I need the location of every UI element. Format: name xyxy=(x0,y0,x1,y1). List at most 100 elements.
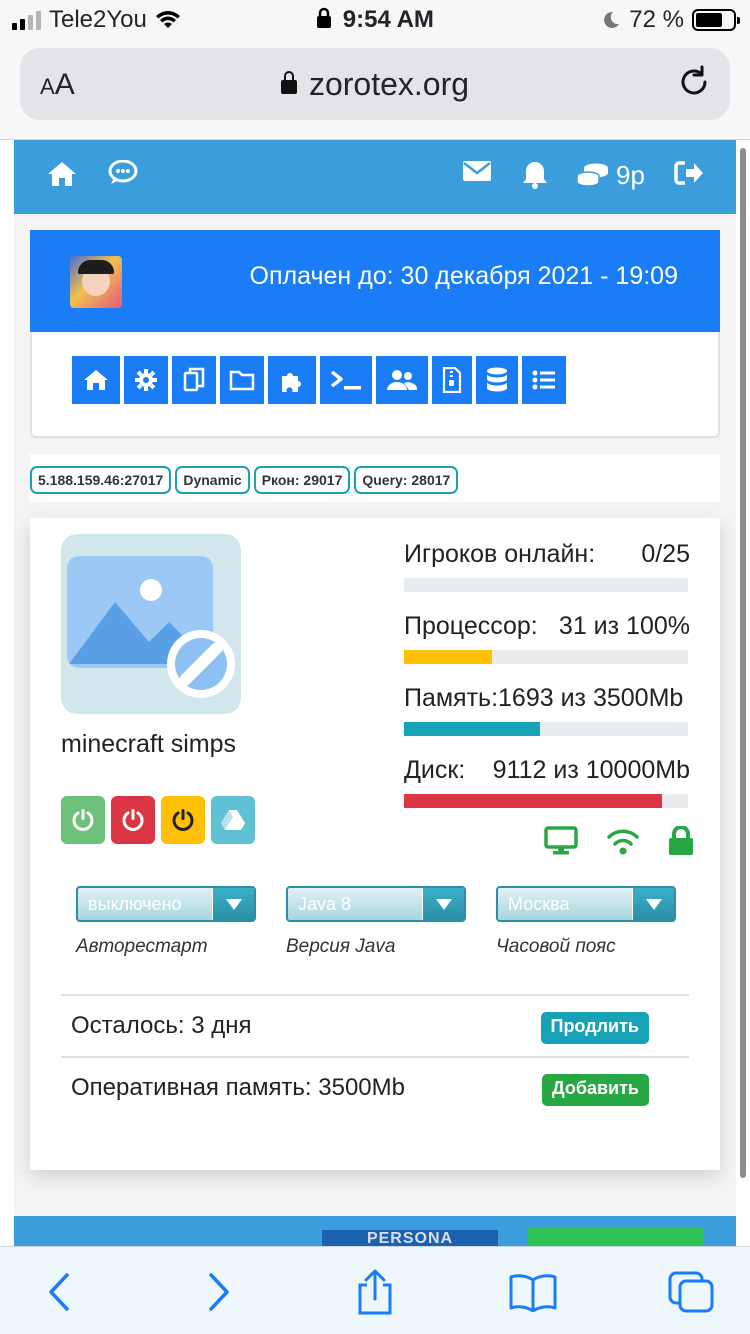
cpu-stat: Процессор: 31 из 100% xyxy=(404,612,690,684)
chevron-down-icon xyxy=(422,888,464,920)
tabs-button[interactable] xyxy=(666,1269,716,1315)
power-icon xyxy=(172,809,194,831)
tool-archive-button[interactable] xyxy=(432,356,472,404)
monitor-icon xyxy=(544,826,578,855)
user-avatar xyxy=(70,256,122,308)
url-text: zorotex.org xyxy=(308,66,470,102)
chat-icon xyxy=(108,160,138,184)
nav-notifications-button[interactable] xyxy=(522,160,548,190)
terminal-icon xyxy=(330,370,361,390)
puzzle-icon xyxy=(282,373,301,392)
chevron-down-icon xyxy=(212,888,254,920)
memory-stat: Память: 1693 из 3500Mb xyxy=(404,684,690,756)
resource-stats: Игроков онлайн: 0/25 Процессор: 31 из 100%… xyxy=(404,540,690,828)
query-port-badge: Query: 28017 xyxy=(354,466,459,494)
address-badge[interactable]: 5.188.159.46:27017 xyxy=(30,466,172,494)
nav-logout-button[interactable] xyxy=(674,160,704,186)
server-status-icons xyxy=(544,826,694,856)
java-version-select[interactable]: Java 8 xyxy=(286,886,466,922)
nav-chat-button[interactable] xyxy=(108,160,138,186)
server-address-badges: 5.188.159.46:27017 Dynamic Ркон: 29017 Q… xyxy=(30,454,720,502)
power-icon xyxy=(122,809,144,831)
share-button[interactable] xyxy=(350,1269,400,1315)
back-button[interactable] xyxy=(34,1269,84,1315)
server-name: minecraft simps xyxy=(61,730,237,758)
paid-until-text: Оплачен до: 30 декабря 2021 - 19:09 xyxy=(249,262,678,290)
page-scrollbar[interactable] xyxy=(740,148,746,1178)
envelope-icon xyxy=(463,161,491,181)
server-card: minecraft simps Игроков онлайн: 0/25 Проц… xyxy=(30,518,720,1170)
users-icon xyxy=(387,370,418,390)
tool-users-button[interactable] xyxy=(376,356,428,404)
timezone-select[interactable]: Москва xyxy=(496,886,676,922)
autorestart-select[interactable]: выключено xyxy=(76,886,256,922)
forward-button[interactable] xyxy=(194,1269,244,1315)
chevron-left-icon xyxy=(49,1273,69,1311)
timezone-caption: Часовой пояс xyxy=(496,936,616,957)
server-image-placeholder[interactable] xyxy=(61,534,241,714)
gear-icon xyxy=(135,369,157,391)
wifi-icon xyxy=(607,829,639,855)
ad-banner-persona[interactable]: PERSONA xyxy=(322,1230,498,1246)
subscription-header: Оплачен до: 30 декабря 2021 - 19:09 xyxy=(30,230,720,332)
coins-balance: 9р xyxy=(616,160,645,190)
tool-home-button[interactable] xyxy=(72,356,120,404)
logout-icon xyxy=(674,161,703,185)
start-button[interactable] xyxy=(61,796,105,844)
image-disabled-icon xyxy=(67,556,235,698)
nav-mail-button[interactable] xyxy=(462,160,492,182)
tool-plugins-button[interactable] xyxy=(268,356,316,404)
drive-button[interactable] xyxy=(211,796,255,844)
tool-console-button[interactable] xyxy=(320,356,372,404)
tool-database-button[interactable] xyxy=(476,356,518,404)
browser-address-bar: AA zorotex.org xyxy=(0,40,750,140)
players-stat: Игроков онлайн: 0/25 xyxy=(404,540,690,612)
disk-stat: Диск: 9112 из 10000Mb xyxy=(404,756,690,828)
list-icon xyxy=(532,370,555,390)
disk-progress xyxy=(404,794,688,808)
players-progress xyxy=(404,578,688,592)
url-field[interactable]: AA zorotex.org xyxy=(20,48,730,120)
coins-icon xyxy=(576,163,608,187)
lock-icon xyxy=(669,826,693,855)
add-ram-button[interactable]: Добавить xyxy=(541,1074,649,1106)
tool-list-button[interactable] xyxy=(522,356,566,404)
ram-row: Оперативная память: 3500Mb Добавить xyxy=(61,1056,689,1118)
chevron-down-icon xyxy=(632,888,674,920)
cpu-progress xyxy=(404,650,688,664)
chevron-right-icon xyxy=(209,1273,229,1311)
tabs-icon xyxy=(668,1271,714,1313)
secure-lock-icon xyxy=(280,71,297,94)
bookmarks-button[interactable] xyxy=(508,1269,558,1315)
book-icon xyxy=(509,1274,557,1312)
browser-toolbar xyxy=(0,1246,750,1334)
web-page: 9р Оплачен до: 30 декабря 2021 - 19:09 5… xyxy=(14,140,736,1246)
nav-balance-button[interactable]: 9р xyxy=(576,160,645,191)
top-navigation: 9р xyxy=(14,140,736,214)
memory-progress xyxy=(404,722,688,736)
tool-copy-button[interactable] xyxy=(172,356,216,404)
reload-icon[interactable] xyxy=(676,64,712,100)
autorestart-caption: Авторестарт xyxy=(76,936,208,957)
extend-button[interactable]: Продлить xyxy=(540,1012,649,1044)
remaining-days-text: Осталось: 3 дня xyxy=(71,1012,252,1039)
home-icon xyxy=(48,162,76,186)
database-icon xyxy=(487,367,507,392)
restart-button[interactable] xyxy=(161,796,205,844)
home-icon xyxy=(84,370,108,390)
power-icon xyxy=(72,809,94,831)
battery-fill xyxy=(696,13,722,27)
tool-settings-button[interactable] xyxy=(124,356,168,404)
stop-button[interactable] xyxy=(111,796,155,844)
java-version-caption: Версия Java xyxy=(286,936,396,957)
ad-banner-green[interactable] xyxy=(528,1228,704,1246)
file-archive-icon xyxy=(442,367,462,393)
battery-percent: 72 % xyxy=(629,6,684,33)
ram-text: Оперативная память: 3500Mb xyxy=(71,1074,405,1101)
folder-icon xyxy=(229,370,255,391)
tool-files-button[interactable] xyxy=(220,356,264,404)
nav-home-button[interactable] xyxy=(46,160,78,188)
server-toolbar xyxy=(30,332,720,438)
lock-icon xyxy=(317,7,332,28)
ad-banner: PERSONA xyxy=(14,1216,736,1246)
